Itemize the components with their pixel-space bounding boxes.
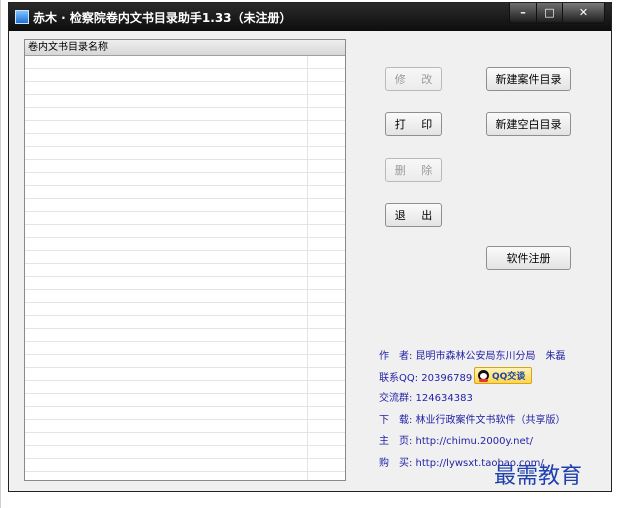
qq-penguin-icon [478, 370, 489, 382]
window-title: 赤木 · 检察院卷内文书目录助手1.33（未注册） [33, 11, 292, 25]
minimize-button[interactable]: – [510, 3, 536, 22]
new-blank-directory-button[interactable]: 新建空白目录 [486, 112, 571, 136]
delete-button[interactable]: 删 除 [385, 158, 442, 182]
column-divider [307, 56, 308, 480]
column-header[interactable]: 卷内文书目录名称 [25, 40, 345, 56]
title-bar[interactable]: 赤木 · 检察院卷内文书目录助手1.33（未注册） – □ ✕ [9, 3, 611, 31]
register-button[interactable]: 软件注册 [486, 246, 571, 270]
modify-button[interactable]: 修 改 [385, 67, 442, 91]
author-info: 作 者: 昆明市森林公安局东川分局 朱磊 [379, 351, 566, 362]
new-case-directory-button[interactable]: 新建案件目录 [486, 67, 571, 91]
main-window: 赤木 · 检察院卷内文书目录助手1.33（未注册） – □ ✕ 卷内文书目录名称… [8, 2, 612, 492]
app-icon [15, 10, 29, 24]
homepage-link[interactable]: 主 页: http://chimu.2000y.net/ [379, 432, 533, 447]
qq-chat-label: QQ交谈 [492, 372, 526, 382]
group-info: 交流群: 124634383 [379, 393, 473, 404]
qq-chat-button[interactable]: QQ交谈 [474, 367, 532, 384]
exit-button[interactable]: 退 出 [385, 203, 442, 227]
page-edge [0, 0, 1, 508]
watermark: 最需教育 [494, 464, 583, 489]
close-button[interactable]: ✕ [562, 3, 604, 22]
qq-info: 联系QQ: 20396789 [379, 373, 473, 384]
print-button[interactable]: 打 印 [385, 112, 442, 136]
download-info: 下 载: 林业行政案件文书软件（共享版） [379, 415, 566, 426]
list-rows[interactable] [25, 56, 345, 480]
maximize-button[interactable]: □ [536, 3, 562, 22]
window-controls: – □ ✕ [509, 3, 605, 24]
directory-list[interactable]: 卷内文书目录名称 [24, 39, 346, 481]
